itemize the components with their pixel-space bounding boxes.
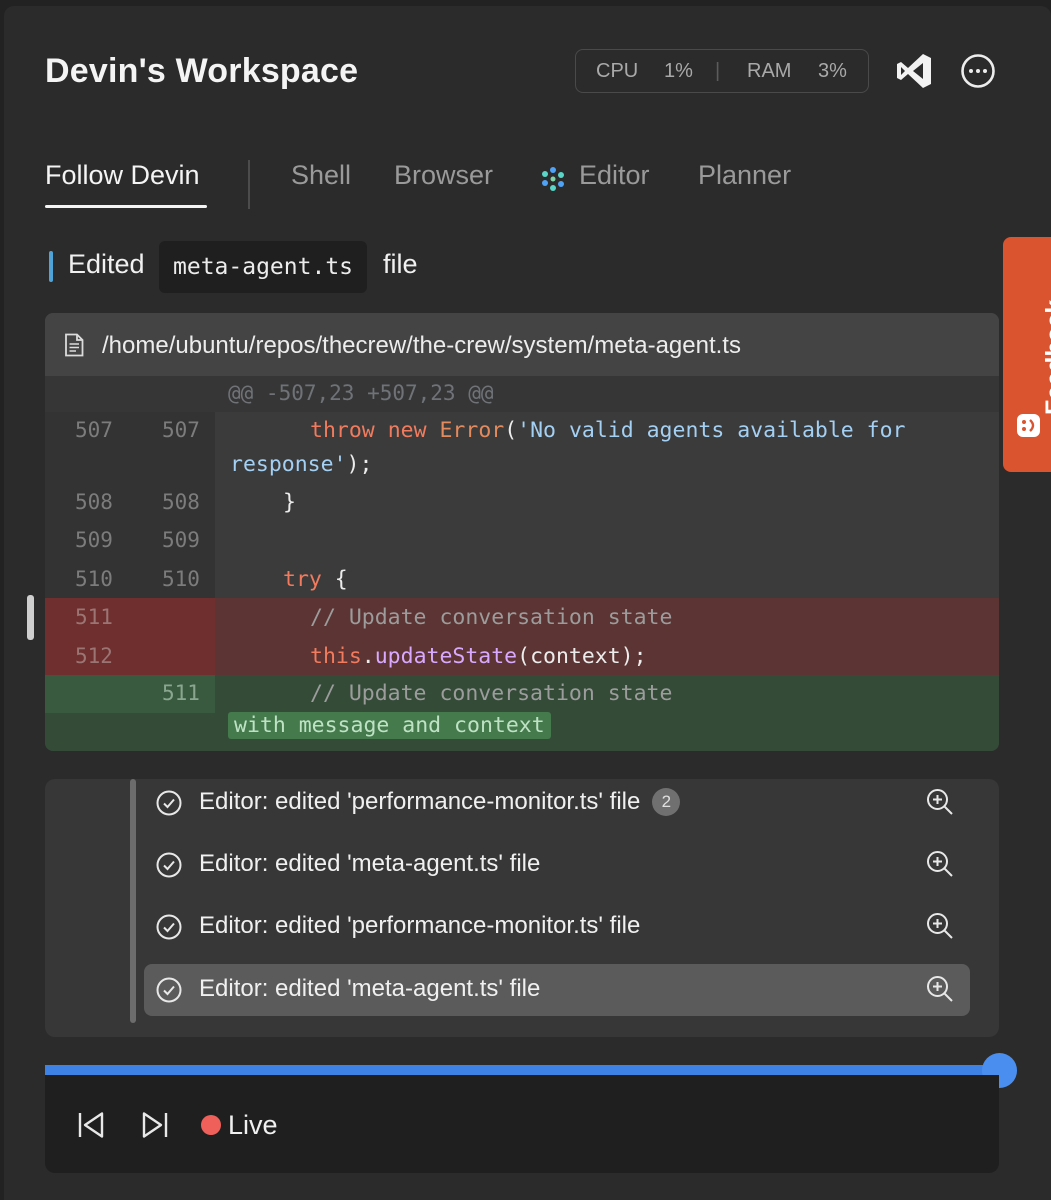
diff-header: /home/ubuntu/repos/thecrew/the-crew/syst… bbox=[45, 313, 999, 376]
check-circle-icon bbox=[156, 852, 182, 878]
check-circle-icon bbox=[156, 914, 182, 940]
diff-line-deleted: 511 // Update conversation state bbox=[45, 598, 999, 637]
activity-label: Editor: edited 'meta-agent.ts' file bbox=[199, 975, 541, 1002]
diff-line-added: 511 // Update conversation state with me… bbox=[45, 675, 999, 751]
diff-line: 509 509 bbox=[45, 522, 999, 560]
cpu-label: CPU bbox=[596, 59, 639, 82]
live-status: Live bbox=[228, 1110, 278, 1140]
ram-label: RAM bbox=[747, 59, 792, 82]
activity-item[interactable]: Editor: edited 'meta-agent.ts' file bbox=[144, 839, 970, 891]
edited-file-chip: meta-agent.ts bbox=[159, 241, 368, 293]
diff-line: 510 510 try { bbox=[45, 560, 999, 598]
edited-suffix: file bbox=[383, 249, 418, 279]
editor-logo-icon bbox=[542, 167, 564, 191]
scroll-indicator[interactable] bbox=[27, 595, 34, 640]
ram-value: 3% bbox=[818, 59, 847, 82]
old-line-number: 511 bbox=[75, 605, 113, 629]
cpu-value: 1% bbox=[664, 59, 693, 82]
new-line-number: 511 bbox=[162, 681, 200, 705]
activity-log: Editor: edited 'performance-monitor.ts' … bbox=[45, 779, 999, 1037]
file-icon bbox=[65, 333, 84, 357]
code-text-wrap: with message and context bbox=[228, 712, 551, 739]
activity-item[interactable]: Editor: edited 'performance-monitor.ts' … bbox=[144, 901, 970, 953]
old-line-number: 509 bbox=[75, 528, 113, 552]
activity-label: Editor: edited 'performance-monitor.ts' … bbox=[199, 912, 641, 939]
tab-follow-devin[interactable]: Follow Devin bbox=[45, 160, 200, 191]
activity-label: Editor: edited 'meta-agent.ts' file bbox=[199, 850, 541, 877]
zoom-in-icon[interactable] bbox=[925, 787, 955, 817]
tab-browser[interactable]: Browser bbox=[394, 160, 493, 191]
old-line-number: 508 bbox=[75, 490, 113, 514]
edited-prefix: Edited bbox=[68, 249, 145, 279]
code-text: // Update conversation state bbox=[310, 605, 673, 630]
diff-line-deleted: 512 this.updateState(context); bbox=[45, 637, 999, 675]
feedback-label: Feedback bbox=[1041, 299, 1051, 415]
tab-divider bbox=[248, 160, 250, 209]
new-line-number: 508 bbox=[162, 490, 200, 514]
playback-progress-bar[interactable] bbox=[45, 1065, 999, 1075]
more-options-icon[interactable] bbox=[960, 53, 996, 89]
count-badge: 2 bbox=[652, 788, 681, 816]
diff-line: 508 508 } bbox=[45, 484, 999, 522]
code-text: throw new Error('No valid agents availab… bbox=[310, 418, 906, 443]
code-text-wrap: response'); bbox=[230, 452, 373, 477]
edit-event-header: Edited meta-agent.ts file bbox=[49, 241, 549, 293]
tab-shell[interactable]: Shell bbox=[291, 160, 351, 191]
activity-label: Editor: edited 'performance-monitor.ts' … bbox=[199, 788, 681, 816]
code-text: try { bbox=[283, 567, 348, 592]
tab-bar: Follow Devin Shell Browser Editor Planne… bbox=[45, 160, 845, 210]
skip-back-icon[interactable] bbox=[76, 1110, 106, 1140]
new-line-number: 510 bbox=[162, 567, 200, 591]
smiley-icon bbox=[1017, 414, 1040, 437]
activity-item-selected[interactable]: Editor: edited 'meta-agent.ts' file bbox=[144, 964, 970, 1016]
tab-planner[interactable]: Planner bbox=[698, 160, 791, 191]
code-text: // Update conversation state bbox=[310, 681, 673, 706]
check-circle-icon bbox=[156, 977, 182, 1003]
hunk-header: @@ -507,23 +507,23 @@ bbox=[45, 376, 999, 412]
resource-metrics: CPU 1% | RAM 3% bbox=[575, 49, 869, 93]
vscode-icon[interactable] bbox=[895, 52, 933, 90]
activity-rail bbox=[130, 779, 136, 1023]
tab-editor[interactable]: Editor bbox=[579, 160, 650, 191]
metrics-separator: | bbox=[715, 59, 721, 82]
new-line-number: 509 bbox=[162, 528, 200, 552]
old-line-number: 510 bbox=[75, 567, 113, 591]
zoom-in-icon[interactable] bbox=[925, 911, 955, 941]
event-accent-bar bbox=[49, 251, 53, 282]
code-text: this.updateState(context); bbox=[310, 644, 647, 669]
old-line-number: 512 bbox=[75, 644, 113, 668]
file-path: /home/ubuntu/repos/thecrew/the-crew/syst… bbox=[102, 332, 741, 359]
diff-line: 507 507 throw new Error('No valid agents… bbox=[45, 412, 999, 484]
old-line-number: 507 bbox=[75, 418, 113, 442]
new-line-number: 507 bbox=[162, 418, 200, 442]
active-tab-indicator bbox=[45, 205, 207, 208]
zoom-in-icon[interactable] bbox=[925, 974, 955, 1004]
diff-viewer: /home/ubuntu/repos/thecrew/the-crew/syst… bbox=[45, 313, 999, 751]
check-circle-icon bbox=[156, 790, 182, 816]
skip-forward-icon[interactable] bbox=[140, 1110, 170, 1140]
playback-controls: Live bbox=[45, 1075, 999, 1173]
feedback-tab[interactable]: Feedback bbox=[1003, 237, 1051, 472]
code-text: } bbox=[283, 490, 296, 515]
zoom-in-icon[interactable] bbox=[925, 849, 955, 879]
page-title: Devin's Workspace bbox=[45, 52, 359, 90]
live-indicator-dot bbox=[201, 1115, 221, 1135]
activity-item[interactable]: Editor: edited 'performance-monitor.ts' … bbox=[144, 779, 970, 829]
